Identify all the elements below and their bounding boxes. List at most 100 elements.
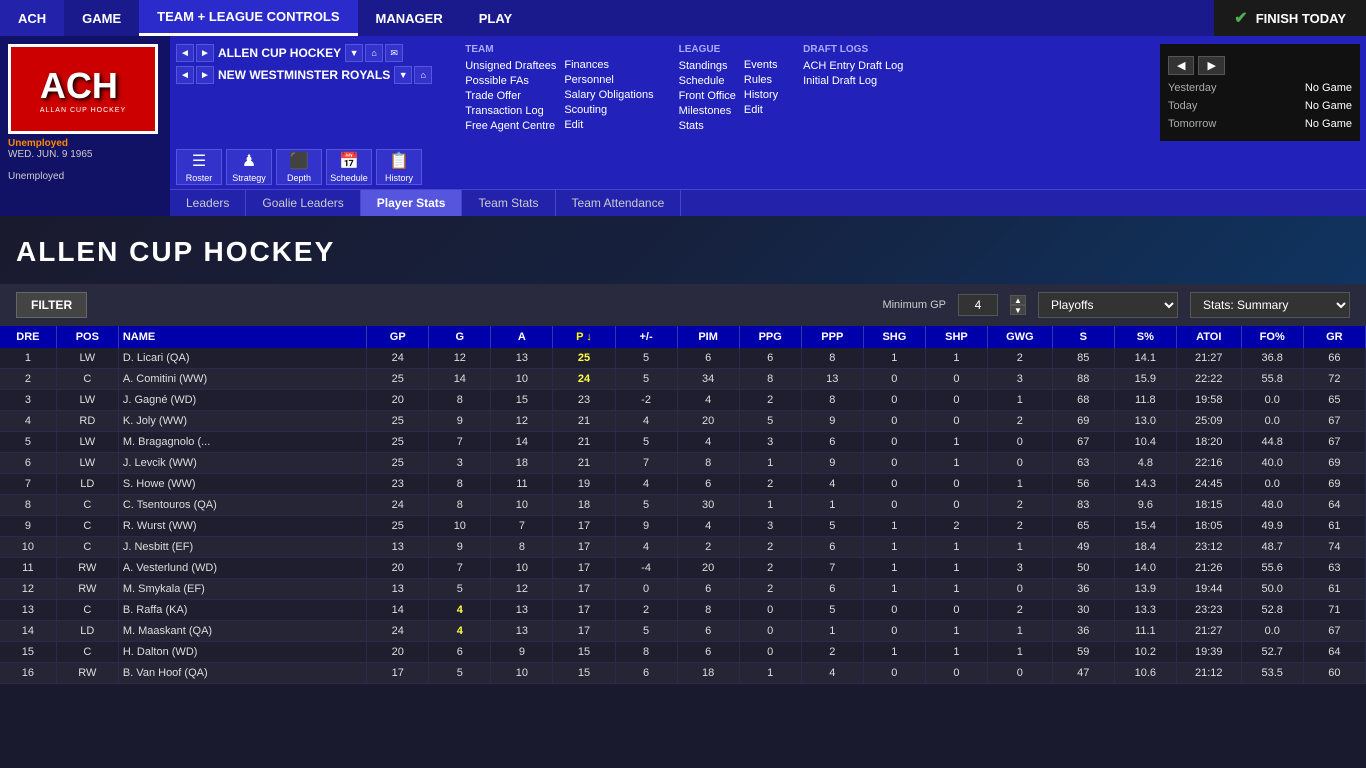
nav-manager[interactable]: MANAGER xyxy=(358,0,461,36)
home-icon-1[interactable]: ⌂ xyxy=(365,44,383,62)
table-row[interactable]: 12 RW M. Smykala (EF) 13 5 12 17 0 6 2 6… xyxy=(0,579,1366,600)
header-name[interactable]: NAME xyxy=(118,326,366,348)
header-shg[interactable]: SHG xyxy=(863,326,925,348)
table-row[interactable]: 10 C J. Nesbitt (EF) 13 9 8 17 4 2 2 6 1… xyxy=(0,537,1366,558)
team-link-trade[interactable]: Trade Offer xyxy=(465,89,556,103)
nav-arrow-left-1[interactable]: ◄ xyxy=(176,44,194,62)
draft-link-ach[interactable]: ACH Entry Draft Log xyxy=(803,59,903,73)
header-dre[interactable]: DRE xyxy=(0,326,56,348)
cell-name[interactable]: B. Van Hoof (QA) xyxy=(118,663,366,684)
header-gwg[interactable]: GWG xyxy=(987,326,1052,348)
table-row[interactable]: 3 LW J. Gagné (WD) 20 8 15 23 -2 4 2 8 0… xyxy=(0,390,1366,411)
playoff-select[interactable]: Playoffs xyxy=(1038,292,1178,318)
tab-team-attendance[interactable]: Team Attendance xyxy=(556,190,682,216)
history-button[interactable]: 📋 History xyxy=(376,149,422,185)
draft-link-initial[interactable]: Initial Draft Log xyxy=(803,74,903,88)
header-ppg[interactable]: PPG xyxy=(739,326,801,348)
dropdown-icon-1[interactable]: ▼ xyxy=(345,44,363,62)
league-link-stats[interactable]: Stats xyxy=(679,119,736,133)
stats-select[interactable]: Stats: Summary xyxy=(1190,292,1350,318)
cell-name[interactable]: B. Raffa (KA) xyxy=(118,600,366,621)
tab-goalie-leaders[interactable]: Goalie Leaders xyxy=(246,190,360,216)
strategy-button[interactable]: ♟ Strategy xyxy=(226,149,272,185)
breadcrumb-ach[interactable]: ALLEN CUP HOCKEY xyxy=(218,46,341,60)
prev-day-button[interactable]: ◀ xyxy=(1168,56,1194,75)
header-ppp[interactable]: PPP xyxy=(801,326,863,348)
table-row[interactable]: 5 LW M. Bragagnolo (... 25 7 14 21 5 4 3… xyxy=(0,432,1366,453)
table-row[interactable]: 7 LD S. Howe (WW) 23 8 11 19 4 6 2 4 0 0… xyxy=(0,474,1366,495)
finances-link-edit[interactable]: Edit xyxy=(564,118,653,132)
cell-name[interactable]: M. Bragagnolo (... xyxy=(118,432,366,453)
cell-name[interactable]: H. Dalton (WD) xyxy=(118,642,366,663)
nav-arrow-left-2[interactable]: ◄ xyxy=(176,66,194,84)
league-link-schedule[interactable]: Schedule xyxy=(679,74,736,88)
nav-play[interactable]: PLAY xyxy=(461,0,530,36)
mail-icon[interactable]: ✉ xyxy=(385,44,403,62)
dropdown-icon-2[interactable]: ▼ xyxy=(394,66,412,84)
table-row[interactable]: 15 C H. Dalton (WD) 20 6 9 15 8 6 0 2 1 … xyxy=(0,642,1366,663)
header-atoi[interactable]: ATOI xyxy=(1176,326,1241,348)
cell-name[interactable]: R. Wurst (WW) xyxy=(118,516,366,537)
events-link-history[interactable]: History xyxy=(744,88,778,102)
next-day-button[interactable]: ▶ xyxy=(1198,56,1224,75)
depth-button[interactable]: ⬛ Depth xyxy=(276,149,322,185)
finances-link-scouting[interactable]: Scouting xyxy=(564,103,653,117)
tab-team-stats[interactable]: Team Stats xyxy=(462,190,555,216)
header-gp[interactable]: GP xyxy=(367,326,429,348)
nav-team-league[interactable]: TEAM + LEAGUE CONTROLS xyxy=(139,0,357,36)
header-p[interactable]: P ↓ xyxy=(553,326,615,348)
cell-name[interactable]: M. Maaskant (QA) xyxy=(118,621,366,642)
cell-name[interactable]: J. Levcik (WW) xyxy=(118,453,366,474)
team-link-unsigned[interactable]: Unsigned Draftees xyxy=(465,59,556,73)
schedule-button[interactable]: 📅 Schedule xyxy=(326,149,372,185)
league-link-standings[interactable]: Standings xyxy=(679,59,736,73)
header-pos[interactable]: POS xyxy=(56,326,118,348)
finances-link-salary[interactable]: Salary Obligations xyxy=(564,88,653,102)
table-row[interactable]: 2 C A. Comitini (WW) 25 14 10 24 5 34 8 … xyxy=(0,369,1366,390)
cell-name[interactable]: C. Tsentouros (QA) xyxy=(118,495,366,516)
breadcrumb-royals[interactable]: NEW WESTMINSTER ROYALS xyxy=(218,68,390,82)
nav-arrow-right-1[interactable]: ► xyxy=(196,44,214,62)
filter-button[interactable]: FILTER xyxy=(16,292,87,318)
tab-leaders[interactable]: Leaders xyxy=(170,190,246,216)
league-link-frontoffice[interactable]: Front Office xyxy=(679,89,736,103)
cell-name[interactable]: S. Howe (WW) xyxy=(118,474,366,495)
cell-name[interactable]: J. Gagné (WD) xyxy=(118,390,366,411)
nav-ach[interactable]: ACH xyxy=(0,0,64,36)
finances-link-finances[interactable]: Finances xyxy=(564,58,653,72)
header-pm[interactable]: +/- xyxy=(615,326,677,348)
finances-link-personnel[interactable]: Personnel xyxy=(564,73,653,87)
table-row[interactable]: 11 RW A. Vesterlund (WD) 20 7 10 17 -4 2… xyxy=(0,558,1366,579)
min-gp-down[interactable]: ▼ xyxy=(1010,305,1026,315)
events-link-rules[interactable]: Rules xyxy=(744,73,778,87)
cell-name[interactable]: J. Nesbitt (EF) xyxy=(118,537,366,558)
roster-button[interactable]: ☰ Roster xyxy=(176,149,222,185)
table-row[interactable]: 6 LW J. Levcik (WW) 25 3 18 21 7 8 1 9 0… xyxy=(0,453,1366,474)
events-link-edit[interactable]: Edit xyxy=(744,103,778,117)
cell-name[interactable]: A. Vesterlund (WD) xyxy=(118,558,366,579)
table-row[interactable]: 9 C R. Wurst (WW) 25 10 7 17 9 4 3 5 1 2… xyxy=(0,516,1366,537)
header-fop[interactable]: FO% xyxy=(1241,326,1303,348)
cell-name[interactable]: M. Smykala (EF) xyxy=(118,579,366,600)
cell-name[interactable]: A. Comitini (WW) xyxy=(118,369,366,390)
header-gr[interactable]: GR xyxy=(1303,326,1365,348)
header-pim[interactable]: PIM xyxy=(677,326,739,348)
league-link-milestones[interactable]: Milestones xyxy=(679,104,736,118)
nav-game[interactable]: GAME xyxy=(64,0,139,36)
header-a[interactable]: A xyxy=(491,326,553,348)
team-link-fas[interactable]: Possible FAs xyxy=(465,74,556,88)
nav-arrow-right-2[interactable]: ► xyxy=(196,66,214,84)
min-gp-up[interactable]: ▲ xyxy=(1010,295,1026,305)
table-row[interactable]: 14 LD M. Maaskant (QA) 24 4 13 17 5 6 0 … xyxy=(0,621,1366,642)
events-link-events[interactable]: Events xyxy=(744,58,778,72)
table-row[interactable]: 8 C C. Tsentouros (QA) 24 8 10 18 5 30 1… xyxy=(0,495,1366,516)
tab-player-stats[interactable]: Player Stats xyxy=(361,190,463,216)
home-icon-2[interactable]: ⌂ xyxy=(414,66,432,84)
finish-today-button[interactable]: ✔ FINISH TODAY xyxy=(1214,0,1366,36)
cell-name[interactable]: K. Joly (WW) xyxy=(118,411,366,432)
table-row[interactable]: 13 C B. Raffa (KA) 14 4 13 17 2 8 0 5 0 … xyxy=(0,600,1366,621)
team-link-transaction[interactable]: Transaction Log xyxy=(465,104,556,118)
table-row[interactable]: 16 RW B. Van Hoof (QA) 17 5 10 15 6 18 1… xyxy=(0,663,1366,684)
header-shp[interactable]: SHP xyxy=(925,326,987,348)
header-sp[interactable]: S% xyxy=(1114,326,1176,348)
